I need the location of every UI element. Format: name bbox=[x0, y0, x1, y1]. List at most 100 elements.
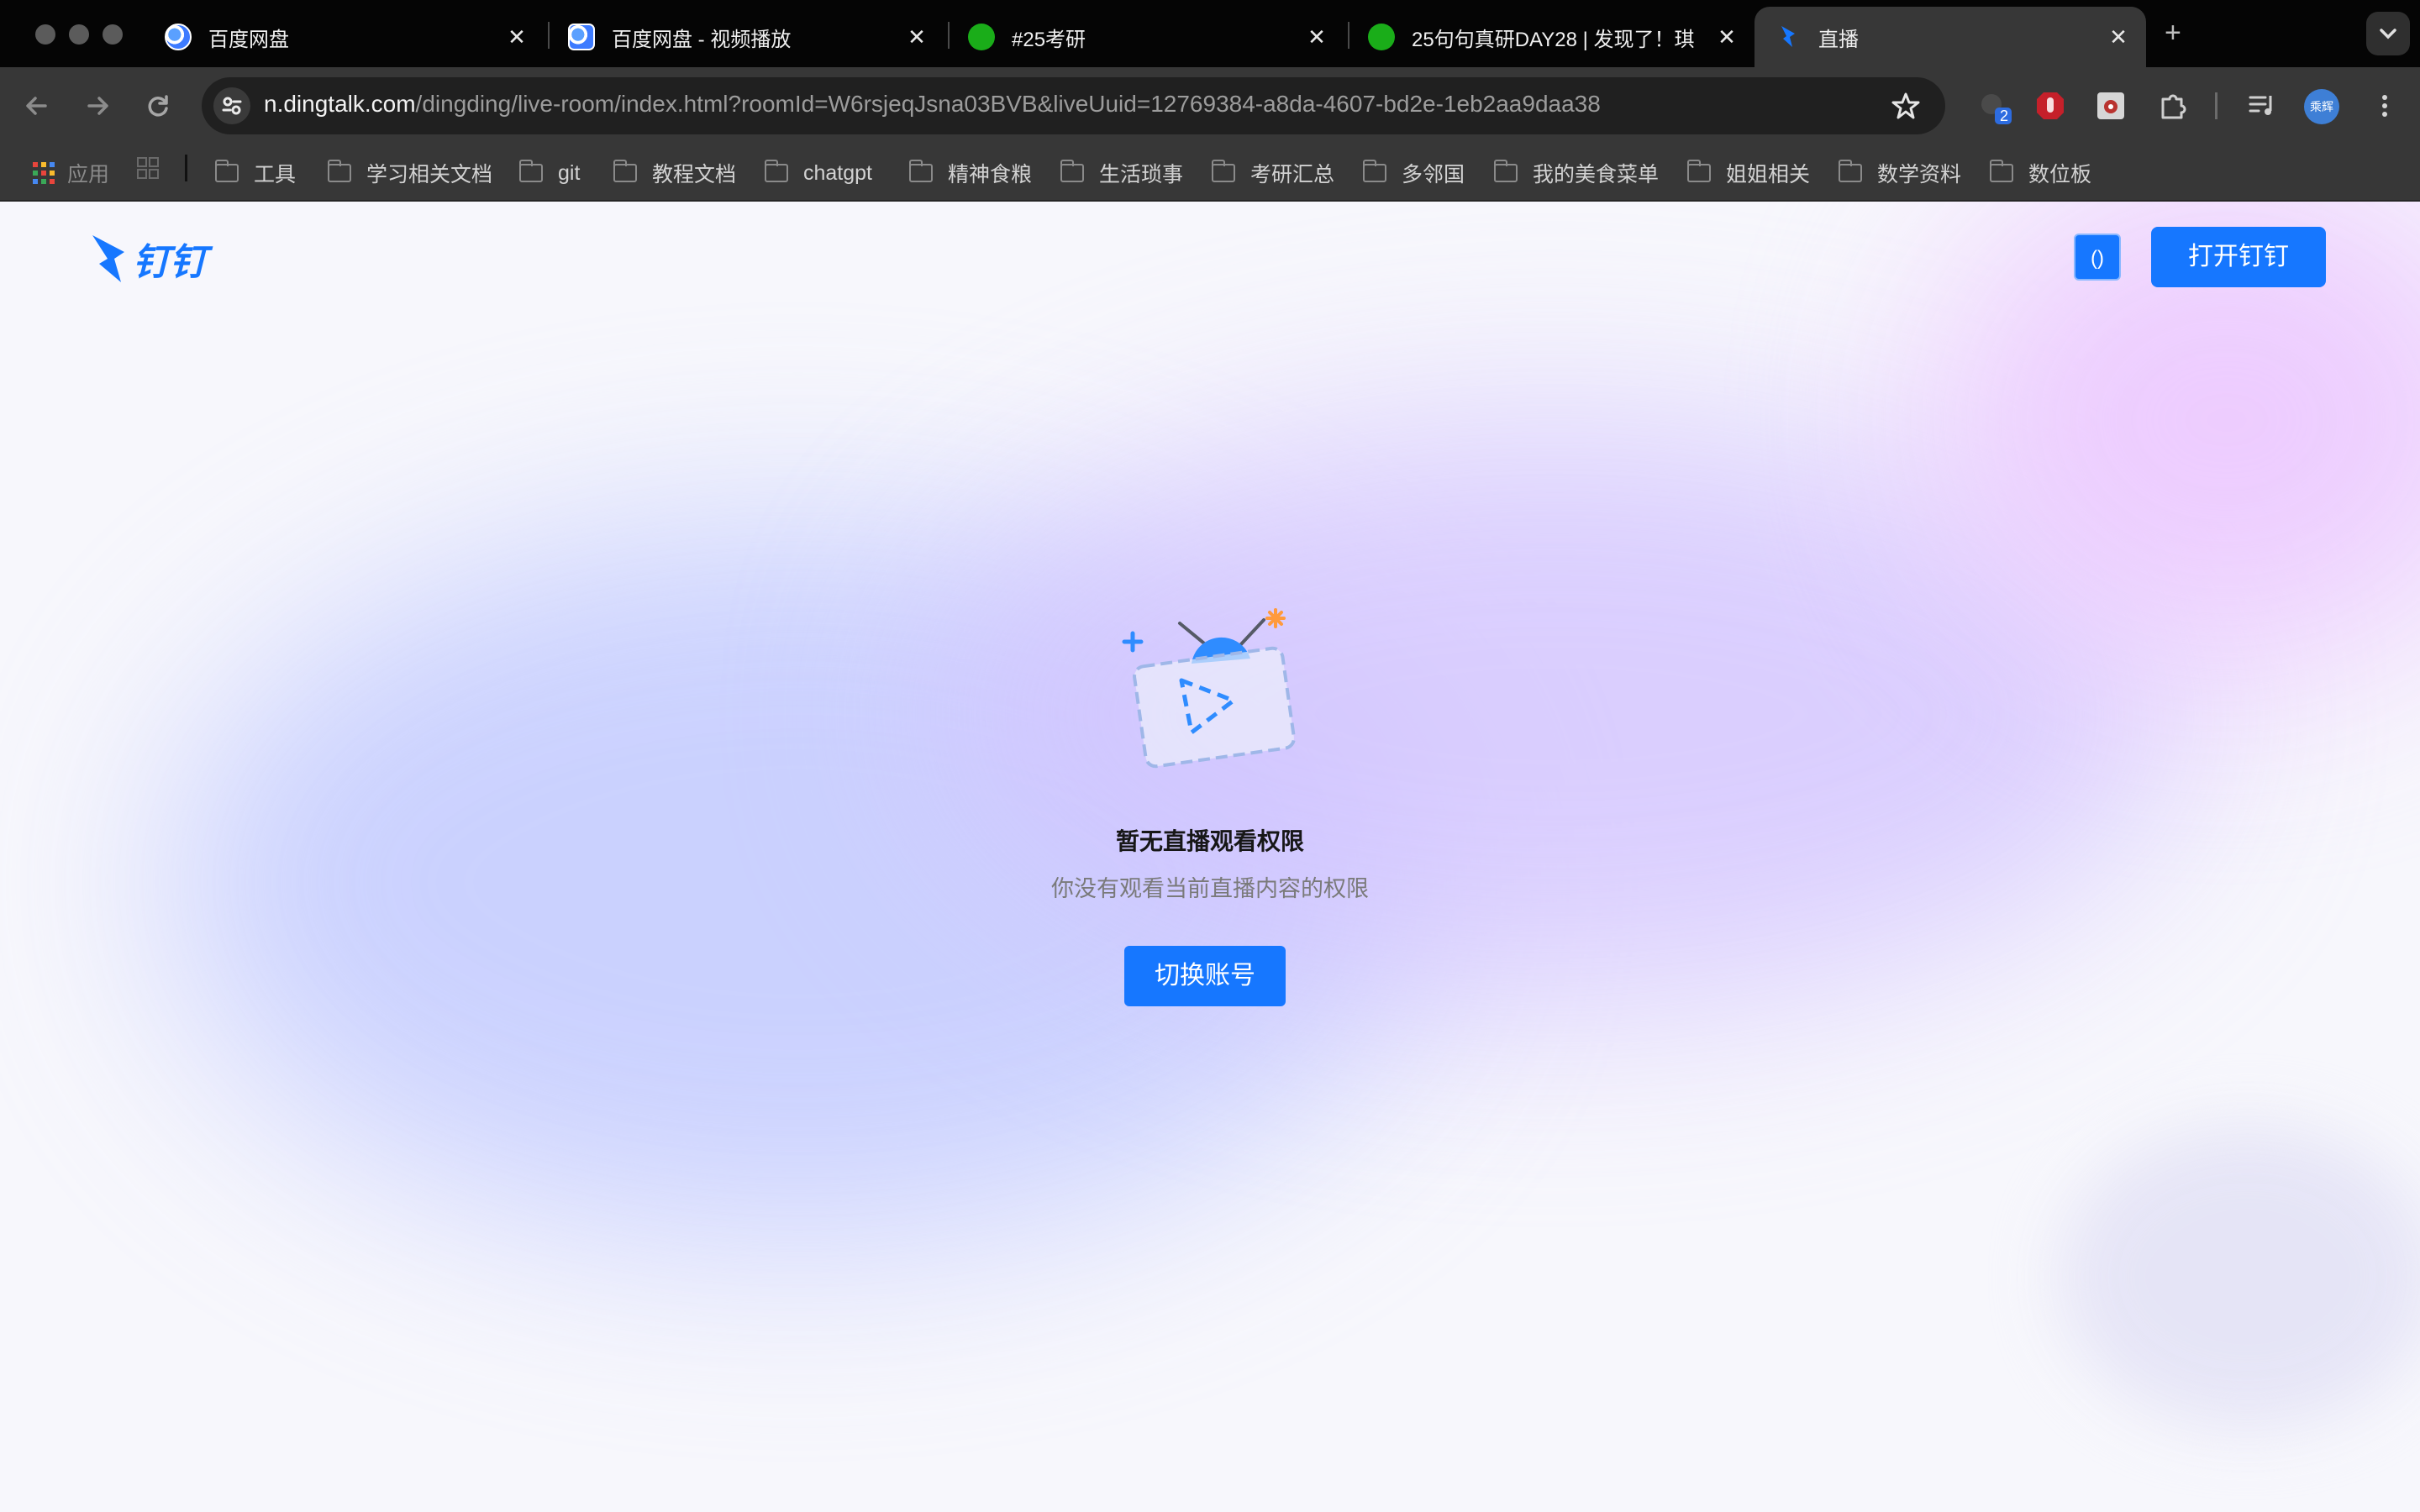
folder-icon bbox=[519, 160, 543, 182]
bookmark-label: 学习相关文档 bbox=[366, 163, 493, 186]
extensions-menu-button[interactable] bbox=[2156, 89, 2190, 123]
back-button[interactable] bbox=[17, 86, 57, 126]
bookmark-apps[interactable]: 应用 bbox=[32, 155, 109, 192]
url-host: n.dingtalk.com bbox=[264, 91, 416, 117]
baidu-netdisk-icon bbox=[568, 24, 595, 50]
bookmark-label: 数位板 bbox=[2028, 163, 2092, 186]
site-info-button[interactable] bbox=[213, 87, 250, 124]
folder-icon bbox=[1363, 160, 1386, 182]
bookmark-label: chatgpt bbox=[803, 160, 873, 185]
bookmark-folder[interactable]: 数位板 bbox=[1990, 155, 2091, 192]
close-icon[interactable]: ✕ bbox=[2106, 24, 2131, 50]
baidu-netdisk-icon bbox=[165, 24, 192, 50]
screenshot-extension-button[interactable] bbox=[2094, 89, 2128, 123]
small-action-button[interactable]: () bbox=[2074, 234, 2121, 281]
reload-icon bbox=[148, 95, 168, 117]
media-controls-button[interactable] bbox=[2245, 89, 2279, 123]
bookmark-label: 姐姐相关 bbox=[1726, 163, 1811, 186]
dingtalk-logo[interactable]: 钉钉 bbox=[91, 232, 207, 286]
folder-icon bbox=[328, 160, 351, 182]
grid-outline-icon bbox=[137, 157, 159, 179]
wechat-icon bbox=[968, 24, 995, 50]
page-viewport bbox=[0, 202, 2420, 1512]
tab-title: 直播 bbox=[1818, 28, 1859, 51]
close-icon[interactable]: ✕ bbox=[504, 24, 529, 50]
bookmark-star-button[interactable] bbox=[1887, 87, 1924, 124]
arrow-left-icon bbox=[26, 97, 47, 115]
folder-icon bbox=[765, 160, 788, 182]
adblock-extension-button[interactable] bbox=[2033, 89, 2067, 123]
bookmark-folder[interactable]: 学习相关文档 bbox=[328, 155, 492, 192]
puzzle-icon bbox=[2161, 94, 2186, 119]
bookmark-folder[interactable]: git bbox=[519, 155, 580, 192]
toolbar-divider bbox=[2215, 92, 2217, 119]
background-decoration bbox=[2059, 1126, 2420, 1428]
tab-search-button[interactable] bbox=[2366, 12, 2410, 55]
kebab-menu-icon bbox=[2382, 95, 2387, 117]
bookmark-folder[interactable]: 精神食粮 bbox=[909, 155, 1032, 192]
chevron-down-icon bbox=[2380, 29, 2396, 39]
new-tab-button[interactable]: + bbox=[2165, 17, 2181, 50]
playlist-music-icon bbox=[2249, 96, 2272, 115]
bookmark-folder[interactable]: 生活琐事 bbox=[1060, 155, 1183, 192]
bookmark-label: git bbox=[558, 160, 581, 185]
star-icon bbox=[1891, 92, 1920, 119]
reload-button[interactable] bbox=[138, 86, 178, 126]
window-zoom-button[interactable] bbox=[103, 24, 123, 45]
folder-icon bbox=[613, 160, 637, 182]
logo-text: 钉钉 bbox=[133, 242, 207, 283]
folder-icon bbox=[215, 160, 239, 182]
folder-icon bbox=[1687, 160, 1711, 182]
folder-icon bbox=[1060, 160, 1084, 182]
window-minimize-button[interactable] bbox=[69, 24, 89, 45]
url-text[interactable]: n.dingtalk.com/dingding/live-room/index.… bbox=[264, 91, 1601, 118]
bookmark-folder[interactable]: 教程文档 bbox=[613, 155, 736, 192]
no-permission-subtitle: 你没有观看当前直播内容的权限 bbox=[1051, 876, 1369, 901]
bookmarks-divider bbox=[185, 155, 187, 181]
tab-title: 百度网盘 bbox=[208, 28, 289, 51]
extension-count-badge: 2 bbox=[2000, 108, 2009, 124]
tab-title: 百度网盘 - 视频播放 bbox=[612, 28, 792, 51]
bookmark-folder[interactable]: 考研汇总 bbox=[1212, 155, 1334, 192]
tab-wechat-day28[interactable]: 25句句真研DAY28 | 发现了！琪 ✕ bbox=[1344, 7, 1754, 67]
tab-live-active[interactable]: 直播 ✕ bbox=[1754, 7, 2146, 67]
switch-account-button[interactable]: 切换账号 bbox=[1124, 946, 1286, 1006]
tab-title: #25考研 bbox=[1012, 28, 1086, 51]
no-permission-title: 暂无直播观看权限 bbox=[1115, 828, 1304, 854]
arrow-right-icon bbox=[87, 97, 108, 115]
window-close-button[interactable] bbox=[35, 24, 55, 45]
tune-icon bbox=[222, 97, 242, 115]
open-dingtalk-button[interactable]: 打开钉钉 bbox=[2151, 227, 2326, 287]
tab-title: 25句句真研DAY28 | 发现了！琪 bbox=[1412, 28, 1695, 51]
browser-menu-button[interactable] bbox=[2368, 87, 2402, 124]
tab-baidu-video[interactable]: 百度网盘 - 视频播放 ✕ bbox=[544, 7, 944, 67]
tab-wechat-kaoyan[interactable]: #25考研 ✕ bbox=[944, 7, 1344, 67]
tab-groups-icon[interactable] bbox=[136, 156, 160, 184]
bookmark-label: 考研汇总 bbox=[1250, 163, 1335, 186]
bookmark-folder[interactable]: 数学资料 bbox=[1839, 155, 1961, 192]
no-permission-illustration bbox=[1122, 608, 1296, 769]
close-icon[interactable]: ✕ bbox=[904, 24, 929, 50]
url-path: /dingding/live-room/index.html?roomId=W6… bbox=[415, 91, 1601, 117]
bookmark-folder[interactable]: 姐姐相关 bbox=[1687, 155, 1810, 192]
folder-icon bbox=[1839, 160, 1862, 182]
apps-grid-icon bbox=[33, 162, 55, 184]
extension-badge-button[interactable]: 2 bbox=[1976, 89, 2012, 124]
bookmark-folder[interactable]: 工具 bbox=[215, 155, 296, 192]
bookmark-label: 应用 bbox=[67, 163, 110, 186]
bookmark-folder[interactable]: chatgpt bbox=[765, 155, 872, 192]
close-icon[interactable]: ✕ bbox=[1714, 24, 1739, 50]
folder-icon bbox=[909, 160, 933, 182]
bookmark-folder[interactable]: 我的美食菜单 bbox=[1494, 155, 1659, 192]
wechat-icon bbox=[1368, 24, 1395, 50]
bookmark-folder[interactable]: 多邻国 bbox=[1363, 155, 1465, 192]
bookmark-label: 数学资料 bbox=[1877, 163, 1962, 186]
camera-extension-icon bbox=[2097, 92, 2124, 119]
folder-icon bbox=[1990, 160, 2013, 182]
dingtalk-wing-icon bbox=[92, 235, 124, 282]
profile-avatar[interactable]: 乘辉 bbox=[2304, 89, 2339, 124]
forward-button[interactable] bbox=[77, 86, 118, 126]
tab-baidu-netdisk[interactable]: 百度网盘 ✕ bbox=[141, 7, 544, 67]
close-icon[interactable]: ✕ bbox=[1304, 24, 1329, 50]
adblock-hand-icon bbox=[2037, 92, 2064, 119]
